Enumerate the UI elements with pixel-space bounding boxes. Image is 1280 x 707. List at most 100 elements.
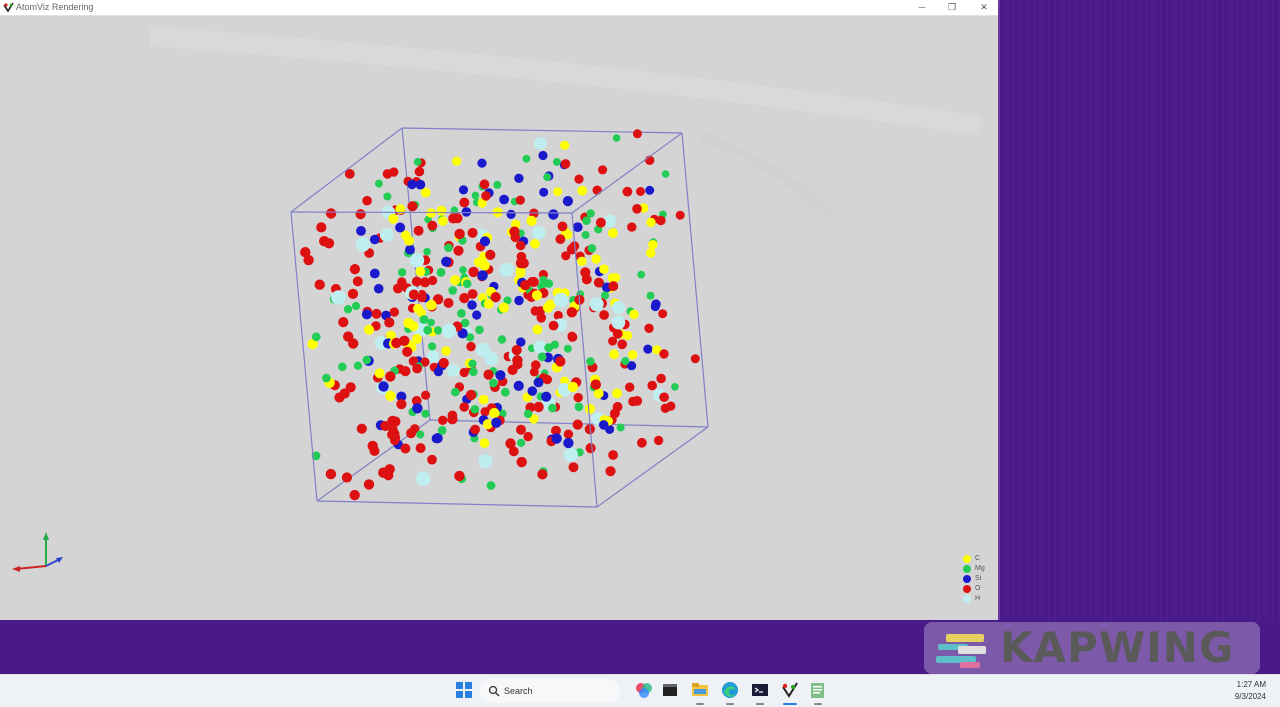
atom-oxygen (389, 428, 400, 439)
atom-magnesium (468, 359, 477, 368)
atom-carbon (452, 156, 462, 166)
atom-oxygen (356, 423, 367, 434)
atom-oxygen (658, 309, 668, 319)
terminal-icon[interactable] (660, 680, 680, 700)
atom-oxygen (574, 174, 584, 184)
atom-oxygen (660, 403, 670, 413)
legend-swatch (963, 575, 971, 583)
atom-carbon (646, 217, 656, 228)
atom-carbon (415, 266, 426, 277)
atom-oxygen (512, 355, 523, 366)
atom-silicon (572, 222, 583, 233)
atom-oxygen (507, 364, 518, 375)
atom-oxygen (568, 462, 579, 473)
atom-oxygen (468, 266, 479, 278)
atomviz-icon[interactable] (780, 680, 800, 700)
notepad-icon[interactable] (808, 680, 828, 700)
atom-scene[interactable] (0, 16, 998, 620)
atom-silicon (412, 403, 423, 414)
atom-magnesium (646, 291, 655, 300)
atom-carbon (489, 407, 500, 419)
atom-silicon (369, 268, 380, 279)
atom-hydrogen (409, 253, 425, 268)
atom-silicon (533, 377, 544, 388)
legend-label: Mg (975, 565, 985, 572)
atom-oxygen (459, 197, 470, 208)
atom-oxygen (515, 195, 525, 205)
legend-swatch (963, 595, 971, 603)
atom-oxygen (612, 328, 623, 339)
atom-oxygen (447, 414, 458, 425)
legend-label: Si (975, 575, 982, 582)
atom-oxygen (592, 185, 602, 195)
atom-magnesium (470, 405, 480, 414)
atom-carbon (648, 240, 658, 250)
atom-magnesium (444, 243, 453, 253)
clock-time: 1:27 AM (1236, 680, 1266, 689)
atom-magnesium (471, 191, 480, 200)
atom-silicon (495, 370, 506, 381)
minimize-button[interactable]: ─ (908, 0, 936, 14)
atom-silicon (645, 185, 655, 195)
search-placeholder: Search (504, 686, 533, 696)
maximize-button[interactable]: ❐ (938, 0, 966, 14)
atom-carbon (553, 187, 563, 197)
command-prompt-icon[interactable] (750, 680, 770, 700)
atom-cloud (300, 129, 700, 501)
atom-oxygen (454, 470, 465, 482)
atom-carbon (498, 302, 509, 313)
atom-carbon (515, 267, 526, 278)
taskbar-indicator (726, 703, 734, 705)
3d-viewport[interactable]: C Mg Si O H (0, 16, 998, 620)
atom-oxygen (523, 431, 533, 442)
atom-magnesium (493, 180, 502, 189)
atom-carbon (577, 185, 588, 196)
close-button[interactable]: ✕ (970, 0, 998, 14)
legend-swatch (963, 585, 971, 593)
atom-hydrogen (533, 137, 547, 150)
file-explorer-icon[interactable] (690, 680, 710, 700)
atom-oxygen (348, 338, 359, 349)
atom-oxygen (438, 357, 449, 369)
axis-triad-icon (12, 532, 63, 572)
atom-oxygen (536, 313, 547, 323)
atom-oxygen (400, 366, 411, 377)
taskbar-indicator (696, 703, 704, 705)
atom-carbon (584, 403, 596, 414)
atom-silicon (514, 173, 524, 183)
atom-oxygen (349, 264, 360, 275)
atom-oxygen (347, 288, 359, 299)
atom-carbon (426, 299, 437, 311)
atom-silicon (643, 344, 653, 354)
atom-carbon (450, 275, 461, 286)
edge-icon[interactable] (720, 680, 740, 700)
atom-magnesium (586, 209, 595, 218)
atom-oxygen (407, 201, 418, 212)
atom-magnesium (457, 309, 466, 318)
atom-hydrogen (499, 262, 514, 277)
atom-oxygen (389, 307, 399, 317)
clock-date: 9/3/2024 (1234, 692, 1266, 701)
system-clock[interactable]: 1:27 AM 9/3/2024 (1235, 679, 1266, 703)
photos-icon[interactable] (634, 680, 654, 700)
atom-carbon (577, 256, 587, 266)
atom-carbon (629, 309, 639, 320)
atom-magnesium (671, 383, 679, 391)
start-icon[interactable] (454, 680, 474, 700)
atom-oxygen (352, 276, 363, 287)
atom-carbon (542, 302, 554, 313)
atom-magnesium (459, 266, 467, 274)
atom-magnesium (343, 305, 353, 314)
atom-oxygen (391, 337, 402, 349)
title-bar[interactable]: AtomViz Rendering ─ ❐ ✕ (0, 0, 1000, 16)
atom-oxygen (632, 204, 642, 214)
atom-silicon (361, 309, 372, 320)
atom-magnesium (353, 361, 363, 370)
atom-oxygen (443, 298, 454, 308)
taskbar-search[interactable]: Search (480, 679, 620, 703)
atom-oxygen (590, 379, 601, 390)
atom-oxygen (355, 209, 366, 220)
atom-magnesium (587, 244, 597, 253)
atom-oxygen (567, 332, 578, 342)
atom-magnesium (537, 352, 547, 362)
